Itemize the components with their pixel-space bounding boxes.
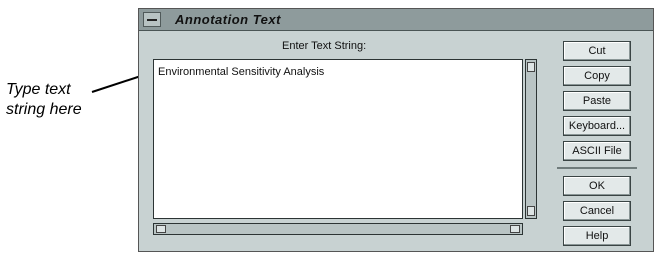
- dialog-title: Annotation Text: [175, 12, 281, 27]
- cancel-button[interactable]: Cancel: [563, 201, 631, 221]
- window-menu-icon[interactable]: [143, 12, 161, 27]
- text-prompt-label: Enter Text String:: [282, 40, 367, 52]
- scroll-up-icon[interactable]: [527, 62, 535, 72]
- ascii-file-button[interactable]: ASCII File: [563, 141, 631, 161]
- scroll-down-icon[interactable]: [527, 206, 535, 216]
- horizontal-scrollbar[interactable]: [153, 223, 523, 235]
- scroll-right-icon[interactable]: [510, 225, 520, 233]
- vertical-scrollbar[interactable]: [525, 59, 537, 219]
- text-string-input[interactable]: Environmental Sensitivity Analysis: [153, 59, 523, 219]
- ok-button[interactable]: OK: [563, 176, 631, 196]
- cut-button[interactable]: Cut: [563, 41, 631, 61]
- title-bar: Annotation Text: [139, 9, 653, 31]
- keyboard-button[interactable]: Keyboard...: [563, 116, 631, 136]
- help-button[interactable]: Help: [563, 226, 631, 246]
- paste-button[interactable]: Paste: [563, 91, 631, 111]
- button-separator: [557, 167, 637, 169]
- annotation-text-dialog: Annotation Text Enter Text String: Envir…: [138, 8, 654, 252]
- scroll-left-icon[interactable]: [156, 225, 166, 233]
- text-string-value: Environmental Sensitivity Analysis: [158, 66, 325, 78]
- copy-button[interactable]: Copy: [563, 66, 631, 86]
